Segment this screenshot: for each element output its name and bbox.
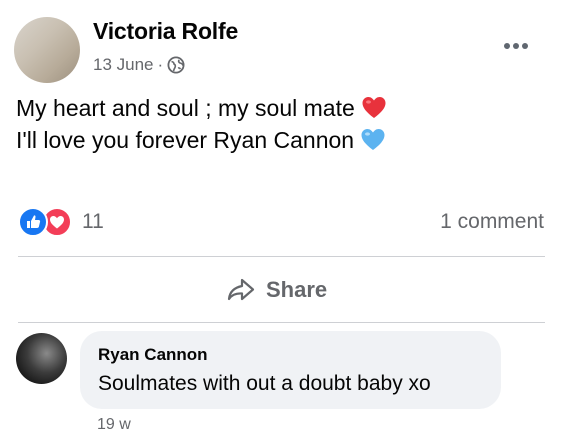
author-avatar[interactable] xyxy=(14,17,80,83)
comment-author[interactable]: Ryan Cannon xyxy=(98,345,208,365)
reactions-summary[interactable]: 11 xyxy=(18,207,104,237)
post-line-text: My heart and soul ; my soul mate xyxy=(16,95,355,121)
share-label: Share xyxy=(266,277,328,302)
divider xyxy=(18,322,545,323)
post-text: My heart and soul ; my soul mate I'll lo… xyxy=(16,92,556,156)
blue-heart-icon xyxy=(360,127,386,153)
share-button[interactable]: Share xyxy=(226,272,327,308)
post-line-text: I'll love you forever Ryan Cannon xyxy=(16,127,355,153)
like-icon xyxy=(18,207,48,237)
facebook-post: Victoria Rolfe 13 June · My heart and so… xyxy=(0,0,576,448)
globe-icon xyxy=(167,56,185,74)
meta-separator: · xyxy=(157,55,164,74)
reaction-count: 11 xyxy=(82,210,104,233)
commenter-avatar[interactable] xyxy=(16,333,67,384)
red-heart-icon xyxy=(361,95,387,121)
author-name[interactable]: Victoria Rolfe xyxy=(93,18,238,45)
divider xyxy=(18,256,545,257)
share-icon xyxy=(226,277,256,303)
comment-text: Soulmates with out a doubt baby xo xyxy=(98,372,431,395)
post-text-line-2: I'll love you forever Ryan Cannon xyxy=(16,124,556,156)
comment-count-link[interactable]: 1 comment xyxy=(440,210,544,234)
post-meta: 13 June · xyxy=(93,55,185,75)
comment-timestamp[interactable]: 19 w xyxy=(97,416,131,434)
post-date[interactable]: 13 June xyxy=(93,55,154,75)
more-options-icon[interactable] xyxy=(500,36,532,56)
post-text-line-1: My heart and soul ; my soul mate xyxy=(16,92,556,124)
comment-bubble: Ryan Cannon Soulmates with out a doubt b… xyxy=(80,331,501,409)
